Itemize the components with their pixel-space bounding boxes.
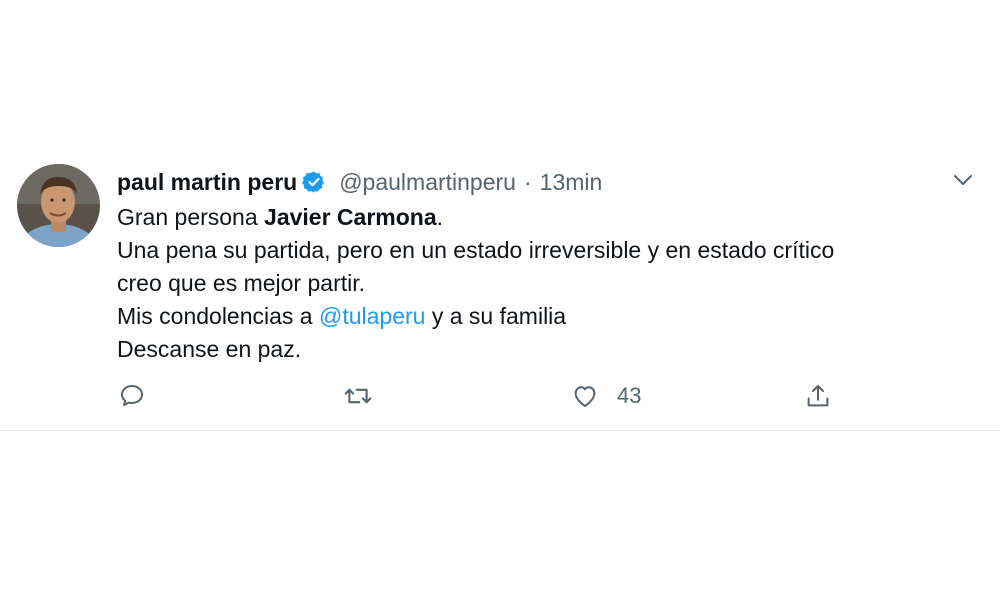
tweet-line: Gran persona Javier Carmona. xyxy=(117,201,957,234)
reply-icon xyxy=(121,385,143,406)
mention-link[interactable]: @tulaperu xyxy=(319,303,425,329)
avatar[interactable] xyxy=(17,164,100,247)
text-segment: . xyxy=(436,204,444,230)
like-icon xyxy=(574,386,596,407)
bold-name: Javier Carmona xyxy=(264,204,437,230)
separator-dot: · xyxy=(523,168,532,195)
timestamp[interactable]: 13min xyxy=(540,169,603,196)
retweet-icon xyxy=(344,388,372,404)
display-name[interactable]: paul martin peru xyxy=(117,169,297,196)
tweet-line: creo que es mejor partir. xyxy=(117,270,366,296)
tweet-header: paul martin peru @paulmartinperu · 13min xyxy=(117,166,602,198)
share-icon xyxy=(807,385,829,407)
text-segment: Mis condolencias a xyxy=(117,303,319,329)
retweet-button[interactable] xyxy=(342,381,374,411)
chevron-down-icon[interactable] xyxy=(950,170,976,190)
tweet-text: Gran persona Javier Carmona. Una pena su… xyxy=(117,201,957,366)
text-segment: Gran persona xyxy=(117,204,265,230)
tweet-line: Mis condolencias a @tulaperu y a su fami… xyxy=(117,300,957,333)
tweet-line: Descanse en paz. xyxy=(117,336,302,362)
share-button[interactable] xyxy=(803,381,833,411)
tweet-card[interactable]: paul martin peru @paulmartinperu · 13min… xyxy=(0,0,1000,431)
reply-button[interactable] xyxy=(117,381,147,411)
text-segment: y a su familia xyxy=(425,303,567,329)
user-handle[interactable]: @paulmartinperu xyxy=(339,169,516,196)
like-button[interactable]: 43 xyxy=(570,381,641,411)
tweet-line: Una pena su partida, pero en un estado i… xyxy=(117,237,835,263)
verified-badge-icon xyxy=(302,170,326,194)
like-count: 43 xyxy=(617,383,642,408)
